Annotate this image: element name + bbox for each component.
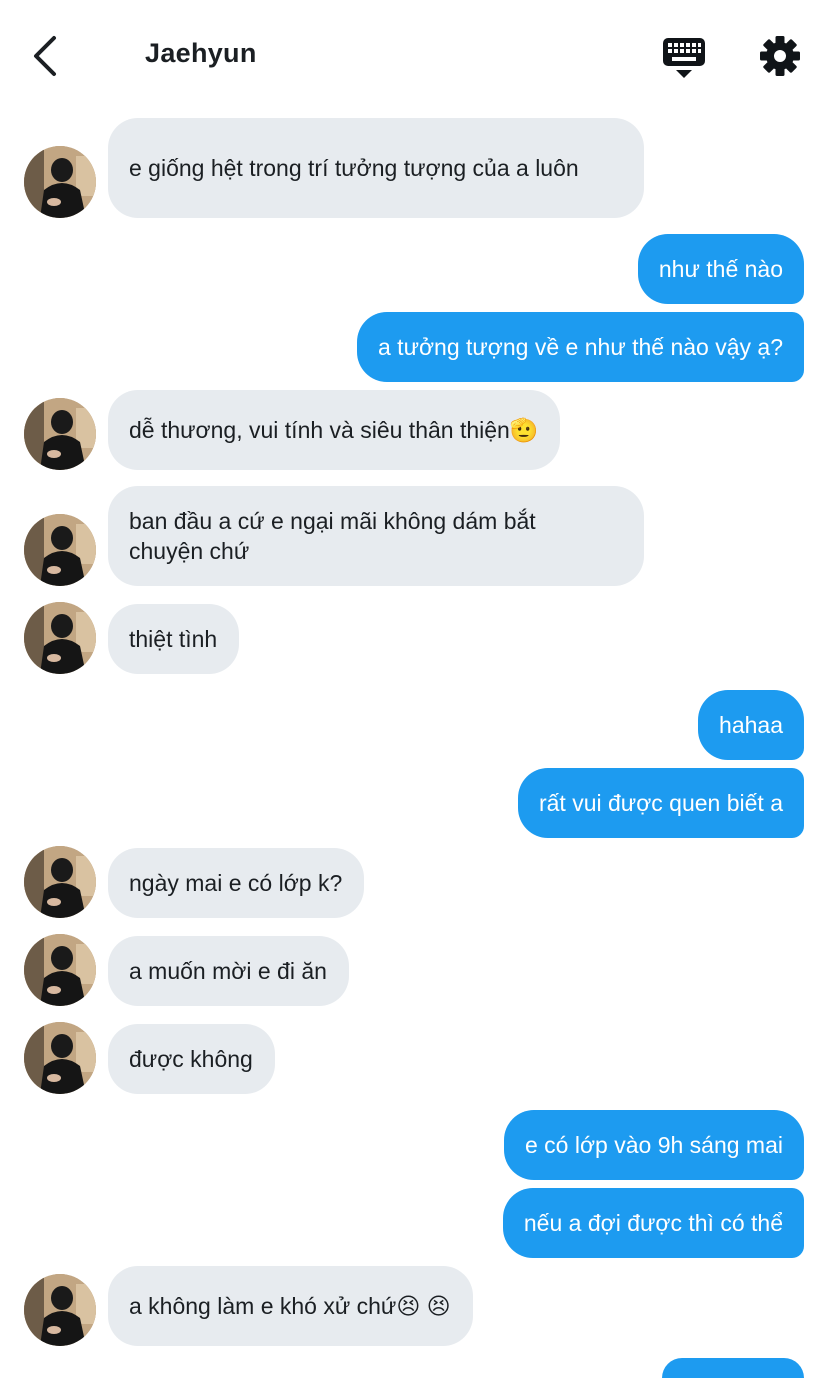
message-incoming: dễ thương, vui tính và siêu thân thiện🫡 <box>108 390 561 470</box>
avatar[interactable] <box>24 602 96 674</box>
avatar-photo <box>24 934 96 1006</box>
message-text: nếu a đợi được thì có thể <box>523 1210 783 1236</box>
avatar-photo <box>24 1022 96 1094</box>
message-outgoing: hahaa <box>698 690 804 760</box>
avatar-photo <box>24 602 96 674</box>
gear-icon <box>760 36 800 76</box>
avatar-photo <box>24 146 96 218</box>
avatar[interactable] <box>24 1022 96 1094</box>
message-text: dễ thương, vui tính và siêu thân thiện🫡 <box>129 417 539 443</box>
avatar-photo <box>24 1274 96 1346</box>
message-outgoing: a tưởng tượng về e như thế nào vậy ạ? <box>357 312 804 382</box>
message-incoming: ban đầu a cứ e ngại mãi không dám bắt ch… <box>108 486 644 586</box>
avatar[interactable] <box>24 846 96 918</box>
avatar[interactable] <box>24 398 96 470</box>
message-outgoing: như thế nào <box>637 234 804 304</box>
message-text: a muốn mời e đi ăn <box>129 958 327 984</box>
avatar-photo <box>24 514 96 586</box>
conversation-title: Jaehyun <box>145 38 257 68</box>
message-text: thiệt tình <box>129 626 218 652</box>
message-text: được không <box>129 1046 253 1072</box>
avatar-photo <box>24 398 96 470</box>
avatar[interactable] <box>24 934 96 1006</box>
message-outgoing: nếu a đợi được thì có thể <box>502 1188 804 1258</box>
message-text: hahaa <box>719 712 783 738</box>
message-text: ban đầu a cứ e ngại mãi không dám bắt ch… <box>129 508 536 564</box>
message-text: rất vui được quen biết a <box>538 790 783 816</box>
message-text: a tưởng tượng về e như thế nào vậy ạ? <box>378 334 783 360</box>
message-incoming: a muốn mời e đi ăn <box>108 936 349 1006</box>
message-incoming: thiệt tình <box>108 604 240 674</box>
message-incoming: e giống hệt trong trí tưởng tượng của a … <box>108 118 644 218</box>
back-button[interactable] <box>26 34 66 78</box>
keyboard-button[interactable] <box>662 36 706 80</box>
message-incoming: được không <box>108 1024 275 1094</box>
message-text: a không làm e khó xử chứ😣 😣 <box>129 1293 451 1319</box>
message-incoming: a không làm e khó xử chứ😣 😣 <box>108 1266 473 1346</box>
message-text: e có lớp vào 9h sáng mai <box>524 1132 783 1158</box>
chevron-left-icon <box>34 36 56 76</box>
message-incoming: ngày mai e có lớp k? <box>108 848 365 918</box>
settings-button[interactable] <box>758 34 802 78</box>
avatar[interactable] <box>24 514 96 586</box>
message-text: ngày mai e có lớp k? <box>129 870 343 896</box>
message-outgoing: e có lớp vào 9h sáng mai <box>503 1110 804 1180</box>
chat-header: Jaehyun <box>0 0 828 110</box>
message-outgoing-partial <box>662 1358 804 1378</box>
message-outgoing: rất vui được quen biết a <box>517 768 804 838</box>
message-text: như thế nào <box>658 256 783 282</box>
avatar-photo <box>24 846 96 918</box>
avatar[interactable] <box>24 1274 96 1346</box>
avatar[interactable] <box>24 146 96 218</box>
keyboard-icon <box>663 38 705 78</box>
message-text: e giống hệt trong trí tưởng tượng của a … <box>129 155 579 181</box>
